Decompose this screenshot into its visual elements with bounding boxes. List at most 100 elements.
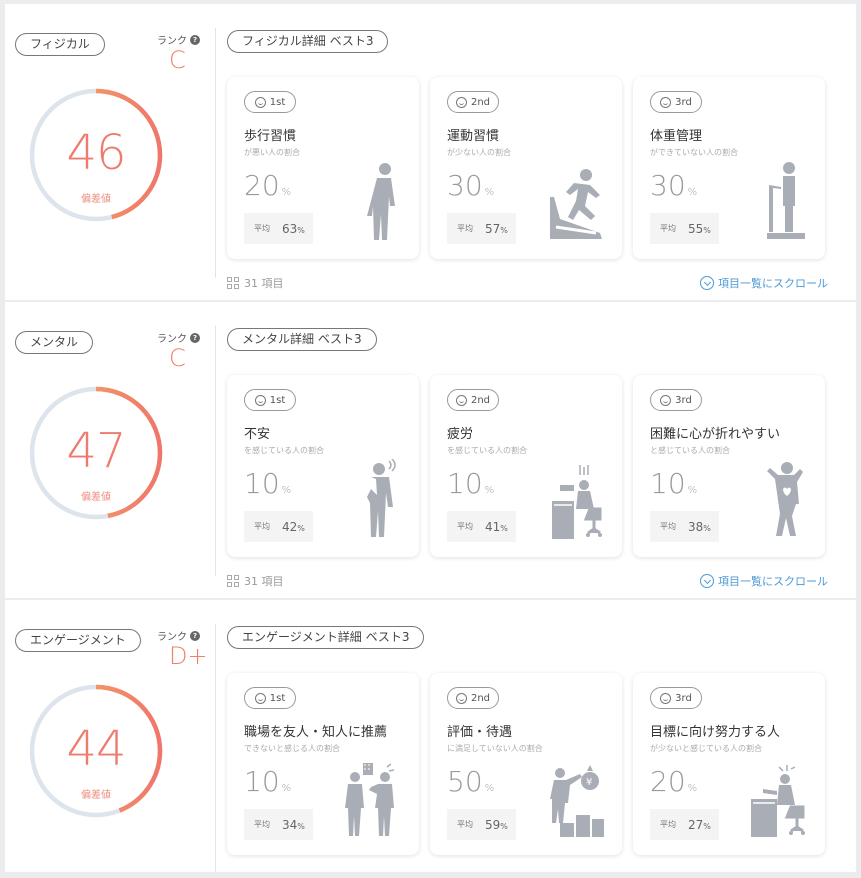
- average-label: 平均: [254, 522, 270, 531]
- card-title: 体重管理: [650, 129, 703, 144]
- rank-badge: 1st: [244, 389, 296, 411]
- stressed-desk-worker-icon: [749, 763, 809, 841]
- percentage-value: 20: [244, 169, 280, 202]
- rank-badge: 1st: [244, 91, 296, 113]
- card-title: 困難に心が折れやすい: [650, 427, 781, 442]
- divider: [215, 624, 216, 872]
- average-value: 27%: [688, 817, 711, 832]
- rank-place: 1st: [269, 692, 286, 704]
- ranking-card[interactable]: 3rd 困難に心が折れやすい と感じている人の割合 10% 平均 38%: [633, 375, 825, 557]
- ranking-card[interactable]: 3rd 体重管理 ができていない人の割合 30% 平均 55%: [633, 77, 825, 259]
- scroll-to-list-link[interactable]: 項目一覧にスクロール: [700, 573, 828, 589]
- card-percentage: 10%: [244, 765, 291, 798]
- average-value: 59%: [485, 817, 508, 832]
- item-count: 32 項目: [227, 871, 284, 872]
- card-title: 不安: [244, 427, 271, 442]
- average-box: 平均 42%: [244, 511, 313, 542]
- percentage-unit: %: [281, 485, 292, 496]
- rank-place: 3rd: [675, 692, 692, 704]
- average-label: 平均: [457, 820, 473, 829]
- card-subtitle: ができていない人の割合: [650, 148, 738, 157]
- anxious-person-icon: [363, 458, 403, 543]
- card-percentage: 10%: [447, 467, 494, 500]
- percentage-unit: %: [281, 783, 292, 794]
- rank-place: 2nd: [470, 96, 491, 108]
- average-box: 平均 55%: [650, 213, 719, 244]
- average-box: 平均 63%: [244, 213, 313, 244]
- percentage-unit: %: [484, 187, 495, 198]
- average-value: 42%: [282, 519, 305, 534]
- percentage-value: 30: [447, 169, 483, 202]
- detail-title: フィジカル詳細 ベスト3: [227, 30, 389, 53]
- average-label: 平均: [660, 820, 676, 829]
- svg-text:¥: ¥: [586, 777, 592, 788]
- average-value: 63%: [282, 221, 305, 236]
- percentage-value: 10: [650, 467, 686, 500]
- percentage-unit: %: [687, 187, 698, 198]
- rank-badge: 2nd: [447, 389, 499, 411]
- ranking-card[interactable]: 2nd 評価・待遇 に満足していない人の割合 50% 平均 59% ¥: [430, 673, 622, 855]
- ranking-card[interactable]: 1st 職場を友人・知人に推薦 できないと感じる人の割合 10% 平均 34%: [227, 673, 419, 855]
- average-value: 57%: [485, 221, 508, 236]
- detail-title: メンタル詳細 ベスト3: [227, 328, 377, 351]
- card-percentage: 20%: [650, 765, 697, 798]
- smiley-icon: [455, 692, 467, 704]
- rank-badge: 2nd: [447, 687, 499, 709]
- average-value: 55%: [688, 221, 711, 236]
- average-box: 平均 27%: [650, 809, 719, 840]
- chevron-down-icon: [700, 574, 714, 588]
- card-percentage: 10%: [244, 467, 291, 500]
- tired-desk-worker-icon: [550, 465, 606, 543]
- average-box: 平均 34%: [244, 809, 313, 840]
- ranking-card[interactable]: 2nd 運動習慣 が少ない人の割合 30% 平均 57%: [430, 77, 622, 259]
- percentage-value: 10: [244, 765, 280, 798]
- ranking-card[interactable]: 2nd 疲労 を感じている人の割合 10% 平均 41%: [430, 375, 622, 557]
- recommending-people-icon: [343, 763, 403, 841]
- category-panel: メンタル ランク? C 47 偏差値 メンタル詳細 ベスト3 1st 不安 を感…: [5, 302, 856, 598]
- broken-heart-person-icon: [765, 459, 809, 543]
- card-percentage: 30%: [650, 169, 697, 202]
- score-label: 偏差値: [81, 492, 111, 503]
- card-title: 疲労: [447, 427, 474, 442]
- help-icon[interactable]: ?: [190, 630, 200, 641]
- score-value: 44: [66, 721, 126, 777]
- average-label: 平均: [457, 224, 473, 233]
- help-icon[interactable]: ?: [190, 34, 200, 45]
- category-label: メンタル: [15, 331, 94, 354]
- card-percentage: 10%: [650, 467, 697, 500]
- scroll-to-list-link[interactable]: 項目一覧にスクロール: [700, 871, 828, 872]
- average-value: 41%: [485, 519, 508, 534]
- average-box: 平均 59%: [447, 809, 516, 840]
- card-percentage: 30%: [447, 169, 494, 202]
- rank-value: D+: [169, 642, 208, 670]
- detail-title: エンゲージメント詳細 ベスト3: [227, 626, 425, 649]
- card-percentage: 20%: [244, 169, 291, 202]
- category-panel: エンゲージメント ランク? D+ 44 偏差値 エンゲージメント詳細 ベスト3 …: [5, 600, 856, 872]
- card-title: 職場を友人・知人に推薦: [244, 725, 388, 740]
- ranking-card[interactable]: 1st 歩行習慣 が悪い人の割合 20% 平均 63%: [227, 77, 419, 259]
- category-panel: フィジカル ランク? C 46 偏差値 フィジカル詳細 ベスト3 1st 歩行習…: [5, 4, 856, 300]
- smiley-icon: [455, 394, 467, 406]
- percentage-value: 10: [244, 467, 280, 500]
- card-subtitle: できないと感じる人の割合: [244, 744, 340, 753]
- rank-place: 3rd: [675, 96, 692, 108]
- card-title: 歩行習慣: [244, 129, 297, 144]
- average-label: 平均: [254, 820, 270, 829]
- money-bag-podium-icon: ¥: [546, 763, 606, 841]
- score-summary: フィジカル ランク? C 46 偏差値: [5, 4, 215, 300]
- rank-label: ランク?: [157, 330, 200, 345]
- rank-place: 2nd: [470, 394, 491, 406]
- smiley-icon: [660, 394, 672, 406]
- rank-label: ランク?: [157, 32, 200, 47]
- scroll-to-list-link[interactable]: 項目一覧にスクロール: [700, 275, 828, 291]
- percentage-unit: %: [281, 187, 292, 198]
- help-icon[interactable]: ?: [190, 332, 200, 343]
- card-subtitle: を感じている人の割合: [447, 446, 527, 455]
- ranking-card[interactable]: 3rd 目標に向け努力する人 が少ないと感じている人の割合 20% 平均 27%: [633, 673, 825, 855]
- average-label: 平均: [660, 522, 676, 531]
- ranking-card[interactable]: 1st 不安 を感じている人の割合 10% 平均 42%: [227, 375, 419, 557]
- card-subtitle: に満足していない人の割合: [447, 744, 543, 753]
- score-value: 47: [66, 423, 126, 479]
- smiley-icon: [455, 96, 467, 108]
- average-label: 平均: [660, 224, 676, 233]
